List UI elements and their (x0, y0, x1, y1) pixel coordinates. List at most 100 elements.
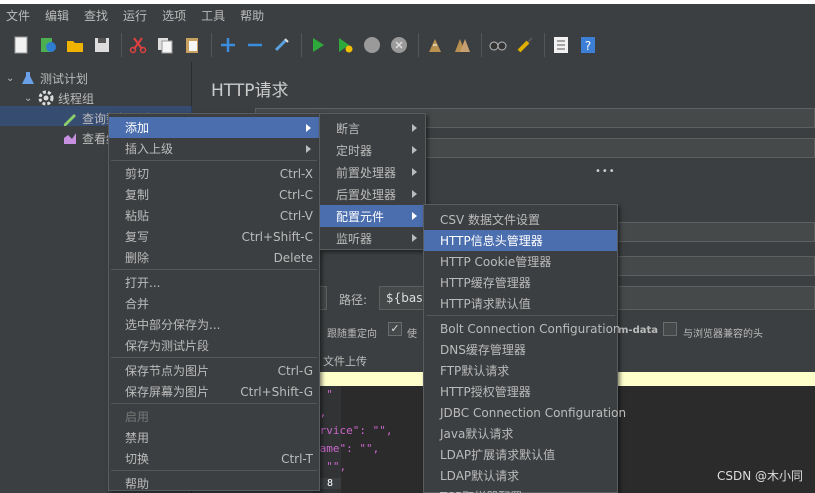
follow-redirects-checkbox[interactable]: ✓ (388, 322, 402, 336)
add-submenu-item-label: 配置元件 (336, 209, 385, 224)
tree-node-label: 线程组 (58, 91, 95, 106)
config-submenu-item[interactable]: Bolt Connection Configuration (424, 318, 621, 339)
context-menu-item[interactable]: 切换 Ctrl-T (109, 448, 319, 469)
open-icon[interactable] (63, 33, 87, 57)
menu-options[interactable]: 选项 (162, 7, 186, 24)
new-icon[interactable] (9, 33, 33, 57)
menu-tools[interactable]: 工具 (201, 7, 225, 24)
submenu-arrow-icon (412, 190, 417, 198)
file-upload-tab[interactable]: 文件上传 (323, 353, 367, 369)
context-menu-item-label: 打开... (125, 276, 161, 290)
menu-edit[interactable]: 编辑 (45, 7, 69, 24)
clear-all-icon[interactable] (450, 33, 474, 57)
config-submenu-item[interactable]: TCP取样器配置 (424, 486, 617, 493)
context-menu-item[interactable]: 粘贴 Ctrl-V (109, 205, 319, 226)
config-submenu-item[interactable]: LDAP扩展请求默认值 (424, 444, 617, 465)
expand-arrow-icon[interactable]: ⌄ (24, 93, 38, 104)
path-label: 路径: (339, 293, 368, 307)
context-menu-item[interactable]: 打开... (109, 272, 319, 293)
context-menu-item[interactable]: 复写 Ctrl+Shift-C (109, 226, 319, 247)
context-menu-item[interactable]: 删除 Delete (109, 247, 319, 268)
browser-headers-checkbox[interactable] (663, 322, 677, 336)
expand-icon[interactable] (216, 33, 240, 57)
menu-file[interactable]: 文件 (6, 7, 30, 24)
menu-help[interactable]: 帮助 (240, 7, 264, 24)
config-submenu-item[interactable]: DNS缓存管理器 (424, 339, 617, 360)
config-submenu-item[interactable]: LDAP默认请求 (424, 465, 617, 486)
context-menu-item[interactable]: 剪切 Ctrl-X (109, 163, 319, 184)
save-icon[interactable] (90, 33, 114, 57)
context-menu-item[interactable]: 保存屏幕为图片 Ctrl+Shift-G (109, 381, 319, 402)
config-submenu-item[interactable]: HTTP请求默认值 (424, 293, 617, 314)
tree-node-label: 测试计划 (40, 71, 89, 86)
collapse-icon[interactable] (243, 33, 267, 57)
context-menu-item-label: 复写 (125, 230, 150, 244)
context-menu-item[interactable]: 插入上级 (109, 138, 319, 159)
expand-arrow-icon[interactable]: ⌄ (6, 73, 20, 84)
config-submenu-item[interactable]: HTTP Cookie管理器 (424, 251, 617, 272)
clear-icon[interactable] (423, 33, 447, 57)
shortcut-label: Ctrl-V (279, 208, 313, 223)
config-submenu-item[interactable]: JDBC Connection Configuration (424, 402, 626, 423)
paste-icon[interactable] (180, 33, 204, 57)
config-submenu-item[interactable]: Java默认请求 (424, 423, 617, 444)
add-submenu-item[interactable]: 前置处理器 (320, 161, 425, 183)
context-menu-item[interactable]: 保存为测试片段 (109, 335, 319, 356)
config-submenu-item[interactable]: CSV 数据文件设置 (424, 209, 617, 230)
context-menu-item[interactable]: 帮助 (109, 473, 319, 493)
toolbar-separator (481, 33, 482, 57)
start-icon[interactable] (306, 33, 330, 57)
flask-icon (20, 70, 36, 86)
tree-node-thread-group[interactable]: ⌄ 线程组 (24, 88, 94, 108)
help-icon[interactable]: ? (576, 33, 600, 57)
follow-redirects-label: 跟随重定向 (327, 329, 377, 340)
copy-icon[interactable] (153, 33, 177, 57)
add-submenu-item-label: 断言 (336, 121, 361, 136)
context-menu-item[interactable]: 禁用 (109, 427, 319, 448)
config-submenu-item[interactable]: HTTP信息头管理器 (424, 230, 617, 251)
stop-icon[interactable] (360, 33, 384, 57)
config-submenu-item-label: HTTP授权管理器 (440, 385, 531, 399)
browser-headers-label: 与浏览器兼容的头 (683, 329, 763, 340)
config-submenu-item-label: CSV 数据文件设置 (440, 213, 541, 227)
context-menu-item[interactable]: 合并 (109, 293, 319, 314)
submenu-arrow-icon (412, 124, 417, 132)
config-submenu-item-label: DNS缓存管理器 (440, 343, 526, 357)
shortcut-label: Delete (273, 250, 313, 265)
config-submenu-item-label: Bolt Connection Configuration (440, 321, 621, 336)
use-keepalive-label: 使 (407, 329, 417, 340)
submenu-arrow-icon (306, 123, 311, 132)
menu-search[interactable]: 查找 (84, 7, 108, 24)
context-menu-item[interactable]: 保存节点为图片 Ctrl-G (109, 360, 319, 381)
toolbar-separator (301, 33, 302, 57)
menu-separator (111, 269, 317, 270)
config-element-submenu: CSV 数据文件设置 HTTP信息头管理器 HTTP Cookie管理器 HTTP缓存… (423, 204, 626, 493)
add-submenu-item[interactable]: 监听器 (320, 227, 425, 249)
add-submenu-item[interactable]: 断言 (320, 117, 425, 139)
pencil-icon (62, 110, 78, 126)
context-menu-item[interactable]: 启用 (109, 406, 319, 427)
config-submenu-item[interactable]: FTP默认请求 (424, 360, 617, 381)
search-icon[interactable] (486, 33, 510, 57)
context-menu-item[interactable]: 添加 (109, 117, 319, 138)
splitter-dots[interactable]: ••• (595, 166, 616, 177)
menu-separator (111, 357, 317, 358)
submenu-arrow-icon (306, 144, 311, 153)
tree-node-test-plan[interactable]: ⌄ 测试计划 (6, 68, 88, 88)
config-submenu-item-label: HTTP信息头管理器 (440, 234, 543, 248)
config-submenu-item[interactable]: HTTP缓存管理器 (424, 272, 617, 293)
context-menu-item[interactable]: 选中部分保存为... (109, 314, 319, 335)
context-menu-item[interactable]: 复制 Ctrl-C (109, 184, 319, 205)
reset-search-icon[interactable] (513, 33, 537, 57)
add-submenu-item[interactable]: 配置元件 (320, 205, 425, 227)
toggle-icon[interactable] (270, 33, 294, 57)
shutdown-icon[interactable] (387, 33, 411, 57)
add-submenu-item[interactable]: 定时器 (320, 139, 425, 161)
templates-icon[interactable] (36, 33, 60, 57)
config-submenu-item[interactable]: HTTP授权管理器 (424, 381, 617, 402)
add-submenu-item[interactable]: 后置处理器 (320, 183, 425, 205)
function-helper-icon[interactable] (549, 33, 573, 57)
menu-run[interactable]: 运行 (123, 7, 147, 24)
start-no-pause-icon[interactable] (333, 33, 357, 57)
cut-icon[interactable] (126, 33, 150, 57)
